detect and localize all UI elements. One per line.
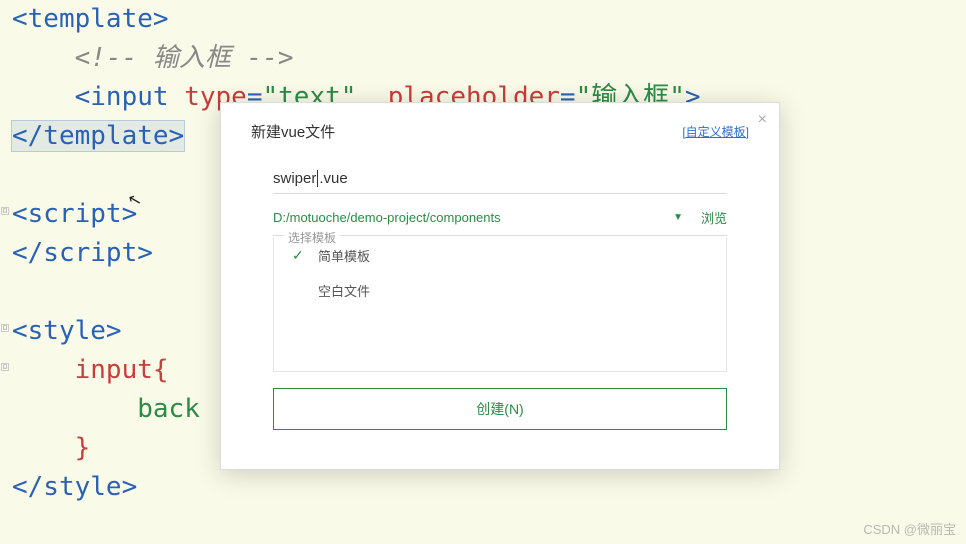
fold-marker[interactable]: ▫ bbox=[1, 324, 9, 332]
chevron-down-icon[interactable]: ▼ bbox=[673, 212, 683, 223]
dialog-title: 新建vue文件 bbox=[251, 121, 335, 142]
new-file-dialog: × 新建vue文件 [自定义模板] swiper.vue D:/motuoche… bbox=[220, 102, 780, 470]
code-comment: <!-- 输入框 --> bbox=[75, 43, 294, 73]
code-tag: </script> bbox=[12, 238, 153, 268]
fold-marker[interactable]: ▫ bbox=[1, 363, 9, 371]
css-brace: } bbox=[75, 433, 91, 463]
template-select-box: 选择模板 ✓ 简单模板 空白文件 bbox=[273, 238, 727, 372]
watermark: CSDN @微丽宝 bbox=[863, 519, 956, 538]
check-icon: ✓ bbox=[292, 247, 318, 264]
css-selector: input{ bbox=[75, 355, 169, 385]
code-tag: <template> bbox=[12, 4, 169, 34]
code-tag-selected: </template> bbox=[12, 121, 184, 151]
path-display[interactable]: D:/motuoche/demo-project/components bbox=[273, 210, 501, 225]
indent bbox=[12, 43, 75, 73]
create-button[interactable]: 创建(N) bbox=[273, 388, 727, 430]
code-tag: <input bbox=[75, 82, 169, 112]
css-prop: back bbox=[137, 394, 200, 424]
template-option-blank[interactable]: 空白文件 bbox=[274, 273, 726, 308]
close-icon[interactable]: × bbox=[758, 111, 767, 129]
code-tag: <script> bbox=[12, 199, 137, 229]
fold-marker[interactable]: ▫ bbox=[1, 207, 9, 215]
custom-template-link[interactable]: [自定义模板] bbox=[682, 123, 749, 140]
template-legend: 选择模板 bbox=[284, 229, 340, 246]
code-tag: </style> bbox=[12, 472, 137, 502]
browse-button[interactable]: 浏览 bbox=[701, 208, 727, 227]
template-option-simple[interactable]: ✓ 简单模板 bbox=[274, 238, 726, 273]
code-tag: <style> bbox=[12, 316, 122, 346]
filename-input[interactable]: swiper.vue bbox=[273, 170, 727, 194]
